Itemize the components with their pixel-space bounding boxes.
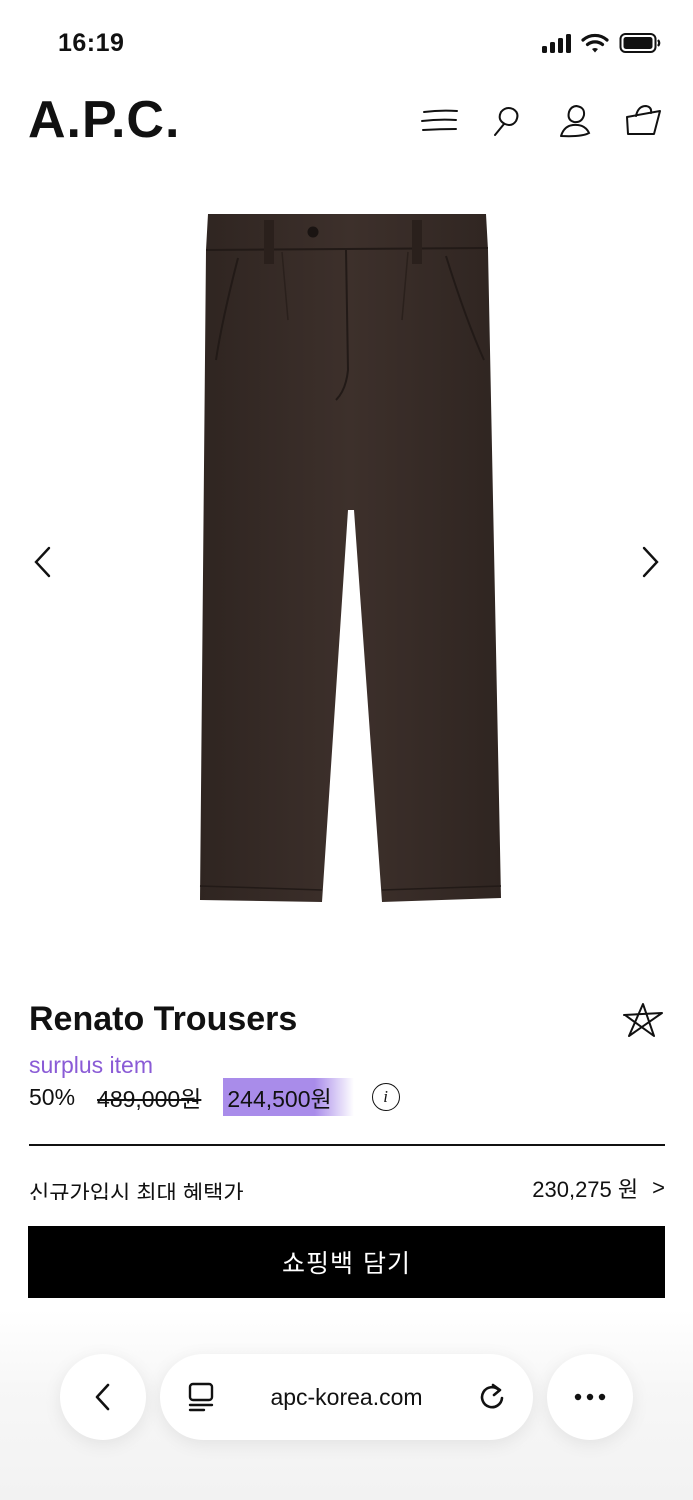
status-bar: 16:19 [0, 0, 693, 80]
benefit-value-group: 230,275 원 > [532, 1176, 665, 1200]
account-icon[interactable] [555, 100, 597, 142]
browser-back-button[interactable] [60, 1354, 146, 1440]
status-time: 16:19 [58, 29, 125, 57]
address-bar[interactable]: apc-korea.com [160, 1354, 533, 1440]
product-image[interactable] [196, 210, 506, 910]
battery-icon [619, 33, 661, 53]
star-icon [623, 1003, 663, 1037]
product-gallery [0, 190, 693, 930]
gallery-next-button[interactable] [631, 542, 671, 582]
chevron-left-icon [95, 1383, 110, 1411]
reader-icon [188, 1382, 214, 1412]
add-to-bag-button[interactable]: 쇼핑백 담기 [28, 1226, 665, 1298]
surplus-tag: surplus item [29, 1052, 153, 1078]
benefit-value: 230,275 원 [532, 1177, 639, 1200]
chevron-right-icon: > [652, 1176, 665, 1200]
original-price: 489,000원 [97, 1086, 202, 1112]
product-title: Renato Trousers [29, 1000, 298, 1038]
divider [29, 1144, 665, 1146]
chevron-right-icon [642, 546, 659, 578]
status-icons [542, 32, 661, 54]
url-text: apc-korea.com [270, 1383, 423, 1410]
chevron-left-icon [34, 546, 51, 578]
browser-more-button[interactable] [547, 1354, 633, 1440]
gallery-prev-button[interactable] [22, 542, 62, 582]
signal-icon [542, 33, 571, 53]
price-info-icon[interactable]: i [371, 1083, 400, 1111]
site-header: A.P.C. [0, 88, 693, 158]
benefit-label: 신규가입시 최대 혜택가 [29, 1181, 244, 1200]
more-icon [574, 1393, 606, 1401]
bag-icon[interactable] [623, 100, 665, 142]
reload-icon[interactable] [477, 1381, 507, 1413]
menu-icon[interactable] [419, 100, 461, 142]
discount-percent: 50% [29, 1083, 76, 1110]
apc-logo[interactable]: A.P.C. [28, 88, 180, 152]
price-row: 50% 489,000원 244,500원 i [29, 1078, 400, 1116]
wifi-icon [581, 33, 609, 53]
header-icons [419, 100, 665, 142]
wishlist-button[interactable] [621, 998, 665, 1042]
sale-price: 244,500원 [223, 1078, 354, 1116]
search-icon[interactable] [487, 100, 529, 142]
member-benefit-row[interactable]: 신규가입시 최대 혜택가 230,275 원 > [29, 1176, 665, 1200]
